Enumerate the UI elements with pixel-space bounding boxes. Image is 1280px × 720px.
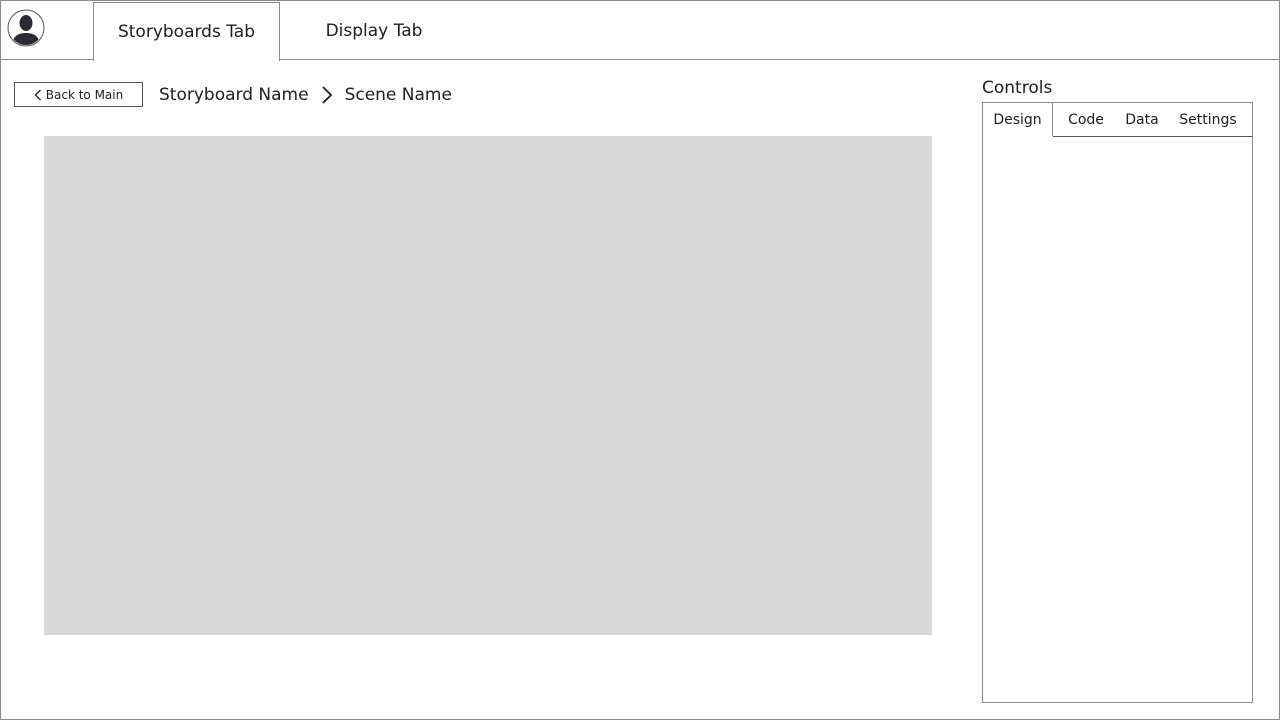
controls-title: Controls — [982, 78, 1053, 98]
tab-data-label: Data — [1125, 111, 1159, 128]
tab-code-label: Code — [1068, 111, 1104, 128]
scene-canvas[interactable] — [44, 136, 932, 635]
tab-design[interactable]: Design — [983, 103, 1053, 136]
tab-bar-divider — [1053, 136, 1252, 137]
tab-display[interactable]: Display Tab — [280, 2, 468, 60]
tab-settings-label: Settings — [1179, 111, 1237, 128]
top-bar: Storyboards Tab Display Tab — [0, 0, 1280, 61]
chevron-left-icon — [34, 89, 42, 101]
breadcrumb-storyboard-name[interactable]: Storyboard Name — [159, 85, 309, 105]
tab-display-label: Display Tab — [325, 21, 423, 41]
tab-code[interactable]: Code — [1061, 103, 1111, 136]
breadcrumb: Storyboard Name Scene Name — [159, 82, 452, 107]
back-to-main-label: Back to Main — [45, 87, 124, 102]
chevron-right-icon — [321, 85, 333, 105]
breadcrumb-scene-name: Scene Name — [344, 84, 452, 105]
controls-panel: Design Code Data Settings — [982, 102, 1253, 703]
tab-design-label: Design — [993, 111, 1042, 128]
back-to-main-button[interactable]: Back to Main — [14, 82, 143, 107]
tab-data[interactable]: Data — [1119, 103, 1165, 136]
user-avatar-icon[interactable] — [7, 9, 45, 47]
tab-storyboards-label: Storyboards Tab — [117, 22, 256, 42]
tab-storyboards[interactable]: Storyboards Tab — [93, 2, 280, 61]
tab-settings[interactable]: Settings — [1173, 103, 1243, 136]
